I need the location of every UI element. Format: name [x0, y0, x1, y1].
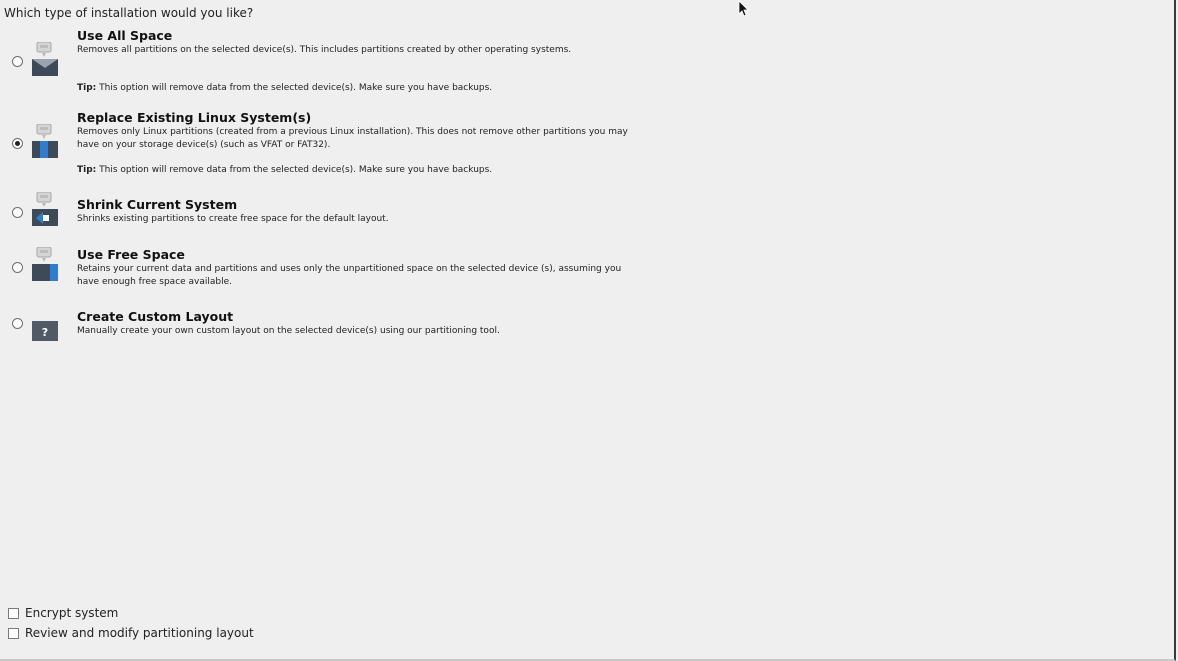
- tip-text: This option will remove data from the se…: [96, 165, 493, 175]
- review-partitioning-label: Review and modify partitioning layout: [25, 626, 254, 640]
- installation-type-question: Which type of installation would you lik…: [4, 6, 254, 20]
- replace-linux-title: Replace Existing Linux System(s): [77, 110, 312, 125]
- option-replace-linux[interactable]: Replace Existing Linux System(s) Removes…: [0, 110, 640, 180]
- hard-drive-icon: [30, 42, 60, 76]
- create-custom-layout-description: Manually create your own custom layout o…: [77, 326, 500, 336]
- option-use-all-space[interactable]: Use All Space Removes all partitions on …: [0, 28, 640, 98]
- use-all-space-title: Use All Space: [77, 28, 173, 43]
- hard-drive-free-icon: [30, 247, 60, 281]
- hard-drive-replace-icon: [30, 124, 60, 158]
- use-free-space-radio[interactable]: [12, 262, 23, 273]
- mouse-cursor-icon: [738, 0, 750, 22]
- create-custom-layout-title: Create Custom Layout: [77, 309, 234, 324]
- hard-drive-shrink-icon: [30, 192, 60, 226]
- replace-linux-description: Removes only Linux partitions (created f…: [77, 127, 628, 150]
- option-create-custom-layout[interactable]: ? Create Custom Layout Manually create y…: [0, 309, 640, 349]
- option-use-free-space[interactable]: Use Free Space Retains your current data…: [0, 247, 640, 297]
- svg-text:?: ?: [42, 326, 48, 339]
- use-all-space-radio[interactable]: [12, 56, 23, 67]
- tip-text: This option will remove data from the se…: [96, 83, 493, 93]
- shrink-current-system-title: Shrink Current System: [77, 197, 238, 212]
- shrink-current-system-description: Shrinks existing partitions to create fr…: [77, 214, 389, 224]
- tip-label: Tip:: [77, 83, 97, 93]
- encrypt-system-checkbox[interactable]: [8, 607, 19, 619]
- use-all-space-description: Removes all partitions on the selected d…: [77, 45, 572, 55]
- use-free-space-description: Retains your current data and partitions…: [77, 264, 622, 287]
- replace-linux-radio[interactable]: [12, 138, 23, 149]
- shrink-current-system-radio[interactable]: [12, 207, 23, 218]
- use-free-space-title: Use Free Space: [77, 247, 185, 262]
- option-shrink-current-system[interactable]: Shrink Current System Shrinks existing p…: [0, 192, 640, 237]
- review-partitioning-option[interactable]: Review and modify partitioning layout: [8, 626, 254, 640]
- encrypt-system-option[interactable]: Encrypt system: [8, 606, 118, 620]
- use-all-space-tip: Tip: This option will remove data from t…: [77, 83, 492, 93]
- replace-linux-tip: Tip: This option will remove data from t…: [77, 165, 492, 175]
- create-custom-layout-radio[interactable]: [12, 318, 23, 329]
- question-icon: ?: [30, 321, 60, 351]
- encrypt-system-label: Encrypt system: [25, 606, 119, 620]
- review-partitioning-checkbox[interactable]: [8, 627, 19, 639]
- tip-label: Tip:: [77, 165, 97, 175]
